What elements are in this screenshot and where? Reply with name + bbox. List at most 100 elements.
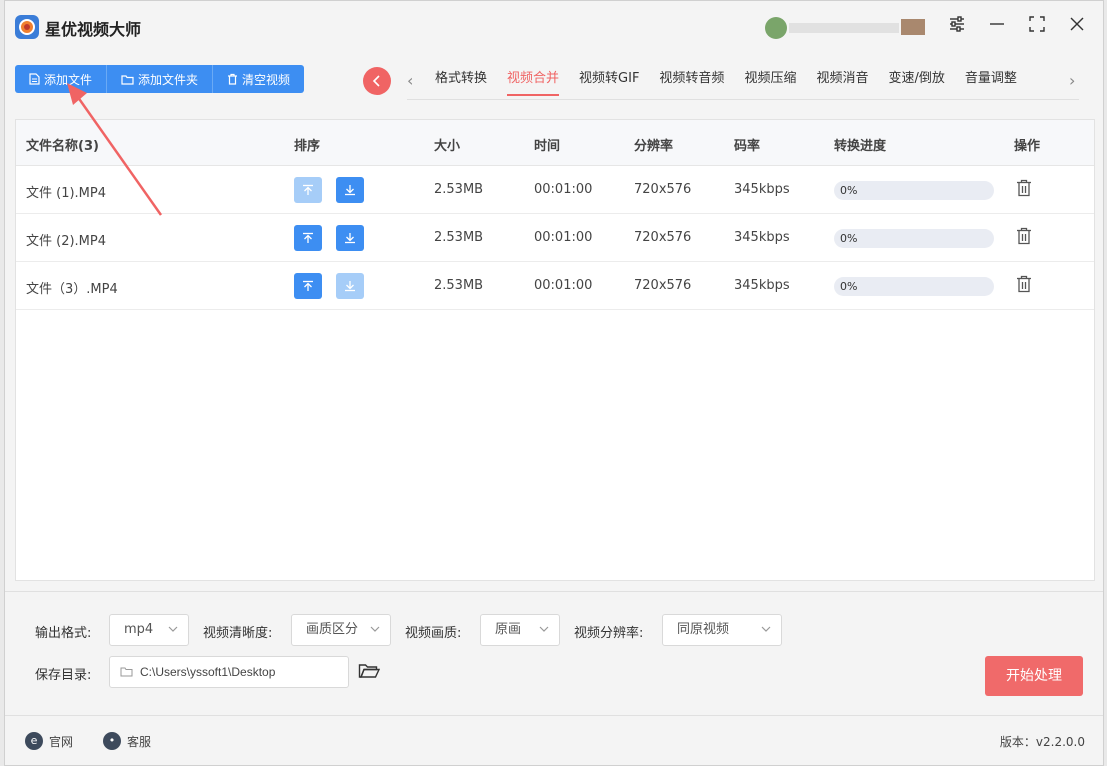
chevron-down-icon xyxy=(539,626,549,632)
save-dir-input[interactable]: C:\Users\yssoft1\Desktop xyxy=(109,656,349,688)
output-format-value: mp4 xyxy=(124,622,154,637)
move-down-button[interactable] xyxy=(336,273,364,299)
quality-value: 原画 xyxy=(495,622,522,637)
quality-label: 视频画质: xyxy=(405,626,462,641)
output-format-label: 输出格式: xyxy=(35,626,92,641)
tab-3[interactable]: 视频转音频 xyxy=(649,67,734,99)
progress-bar: 0% xyxy=(834,229,994,248)
save-dir-label: 保存目录: xyxy=(35,668,92,683)
clear-videos-button[interactable]: 清空视频 xyxy=(213,65,305,93)
file-size: 2.53MB xyxy=(434,278,484,293)
resolution-select[interactable]: 同原视频 xyxy=(662,614,782,646)
chevron-down-icon xyxy=(370,626,380,632)
app-window: 星优视频大师 添加文件 添加文件夹 清空视频 ‹ 格式转换 视频合并 视频转GI… xyxy=(4,0,1104,766)
file-size: 2.53MB xyxy=(434,182,484,197)
table-row[interactable]: 文件 (2).MP4 2.53MB 00:01:00 720x576 345kbps 0% xyxy=(16,214,1094,262)
file-bitrate: 345kbps xyxy=(734,182,790,197)
progress-bar: 0% xyxy=(834,277,994,296)
file-bitrate: 345kbps xyxy=(734,230,790,245)
move-up-button[interactable] xyxy=(294,273,322,299)
app-logo-icon xyxy=(15,15,39,39)
annotation-arrow xyxy=(67,83,163,216)
tab-0[interactable]: 格式转换 xyxy=(425,67,497,99)
delete-icon[interactable] xyxy=(1016,275,1032,297)
app-title: 星优视频大师 xyxy=(45,20,142,39)
footer: e 官网 • 客服 版本：v2.2.0.0 xyxy=(5,715,1103,765)
delete-icon[interactable] xyxy=(1016,179,1032,201)
clarity-select[interactable]: 画质区分 xyxy=(291,614,391,646)
output-settings: 输出格式: mp4 视频清晰度: 画质区分 视频画质: 原画 视频分辨率: 同原… xyxy=(5,591,1103,715)
back-button[interactable] xyxy=(363,67,391,95)
progress-bar: 0% xyxy=(834,181,994,200)
file-duration: 00:01:00 xyxy=(534,182,593,197)
file-name: 文件 (2).MP4 xyxy=(26,234,107,249)
chat-icon: • xyxy=(103,732,121,750)
header-size: 大小 xyxy=(434,139,461,154)
chevron-left-icon xyxy=(372,75,380,87)
progress-text: 0% xyxy=(840,232,858,245)
file-icon xyxy=(29,73,40,85)
maximize-icon[interactable] xyxy=(1025,15,1049,39)
user-avatar[interactable] xyxy=(763,17,931,39)
trash-icon xyxy=(228,73,238,85)
resolution-value: 同原视频 xyxy=(677,622,730,637)
tab-1[interactable]: 视频合并 xyxy=(497,67,569,99)
move-up-button[interactable] xyxy=(294,177,322,203)
start-processing-button[interactable]: 开始处理 xyxy=(985,656,1083,696)
function-tabs: 格式转换 视频合并 视频转GIF 视频转音频 视频压缩 视频消音 变速/倒放 音量调整 xyxy=(425,67,1027,99)
tab-2[interactable]: 视频转GIF xyxy=(569,67,649,99)
minimize-icon[interactable] xyxy=(985,15,1009,39)
header-bitrate: 码率 xyxy=(734,139,761,154)
move-down-button[interactable] xyxy=(336,177,364,203)
tab-5[interactable]: 视频消音 xyxy=(806,67,878,99)
table-row[interactable]: 文件（3）.MP4 2.53MB 00:01:00 720x576 345kbps 0% xyxy=(16,262,1094,310)
header-progress: 转换进度 xyxy=(834,139,887,154)
save-dir-value: C:\Users\yssoft1\Desktop xyxy=(140,665,276,679)
progress-text: 0% xyxy=(840,184,858,197)
browser-icon: e xyxy=(25,732,43,750)
tab-6[interactable]: 变速/倒放 xyxy=(878,67,954,99)
chevron-down-icon xyxy=(761,626,771,632)
chevron-down-icon xyxy=(168,626,178,632)
tabs-scroll-left-icon[interactable]: ‹ xyxy=(407,71,413,90)
header-action: 操作 xyxy=(1014,139,1041,154)
header-time: 时间 xyxy=(534,139,561,154)
file-resolution: 720x576 xyxy=(634,278,692,293)
table-header: 文件名称(3) 排序 大小 时间 分辨率 码率 转换进度 操作 xyxy=(16,120,1094,166)
support-link[interactable]: • 客服 xyxy=(103,732,151,750)
file-duration: 00:01:00 xyxy=(534,230,593,245)
header-resolution: 分辨率 xyxy=(634,139,674,154)
clear-videos-label: 清空视频 xyxy=(242,72,291,87)
file-bitrate: 345kbps xyxy=(734,278,790,293)
browse-folder-icon[interactable] xyxy=(358,662,381,684)
tab-4[interactable]: 视频压缩 xyxy=(734,67,806,99)
website-link[interactable]: e 官网 xyxy=(25,732,73,750)
file-resolution: 720x576 xyxy=(634,230,692,245)
output-format-select[interactable]: mp4 xyxy=(109,614,189,646)
quality-select[interactable]: 原画 xyxy=(480,614,560,646)
move-down-button[interactable] xyxy=(336,225,364,251)
tab-7[interactable]: 音量调整 xyxy=(955,67,1027,99)
support-label: 客服 xyxy=(127,734,152,749)
resolution-label: 视频分辨率: xyxy=(574,626,644,641)
clarity-value: 画质区分 xyxy=(306,622,359,637)
tabs-divider xyxy=(407,99,1079,100)
folder-icon xyxy=(120,667,133,677)
file-duration: 00:01:00 xyxy=(534,278,593,293)
header-sort: 排序 xyxy=(294,139,321,154)
progress-text: 0% xyxy=(840,280,858,293)
settings-sliders-icon[interactable] xyxy=(945,15,969,39)
table-row[interactable]: 文件 (1).MP4 2.53MB 00:01:00 720x576 345kbps 0% xyxy=(16,166,1094,214)
version-text: 版本：v2.2.0.0 xyxy=(999,735,1085,749)
file-resolution: 720x576 xyxy=(634,182,692,197)
file-name: 文件（3）.MP4 xyxy=(26,282,118,297)
tabs-scroll-right-icon[interactable]: › xyxy=(1069,71,1075,90)
title-bar: 星优视频大师 xyxy=(5,1,1103,55)
delete-icon[interactable] xyxy=(1016,227,1032,249)
file-table: 文件名称(3) 排序 大小 时间 分辨率 码率 转换进度 操作 文件 (1).M… xyxy=(15,119,1095,581)
file-size: 2.53MB xyxy=(434,230,484,245)
website-label: 官网 xyxy=(49,734,74,749)
close-icon[interactable] xyxy=(1065,15,1089,39)
clarity-label: 视频清晰度: xyxy=(203,626,273,641)
move-up-button[interactable] xyxy=(294,225,322,251)
